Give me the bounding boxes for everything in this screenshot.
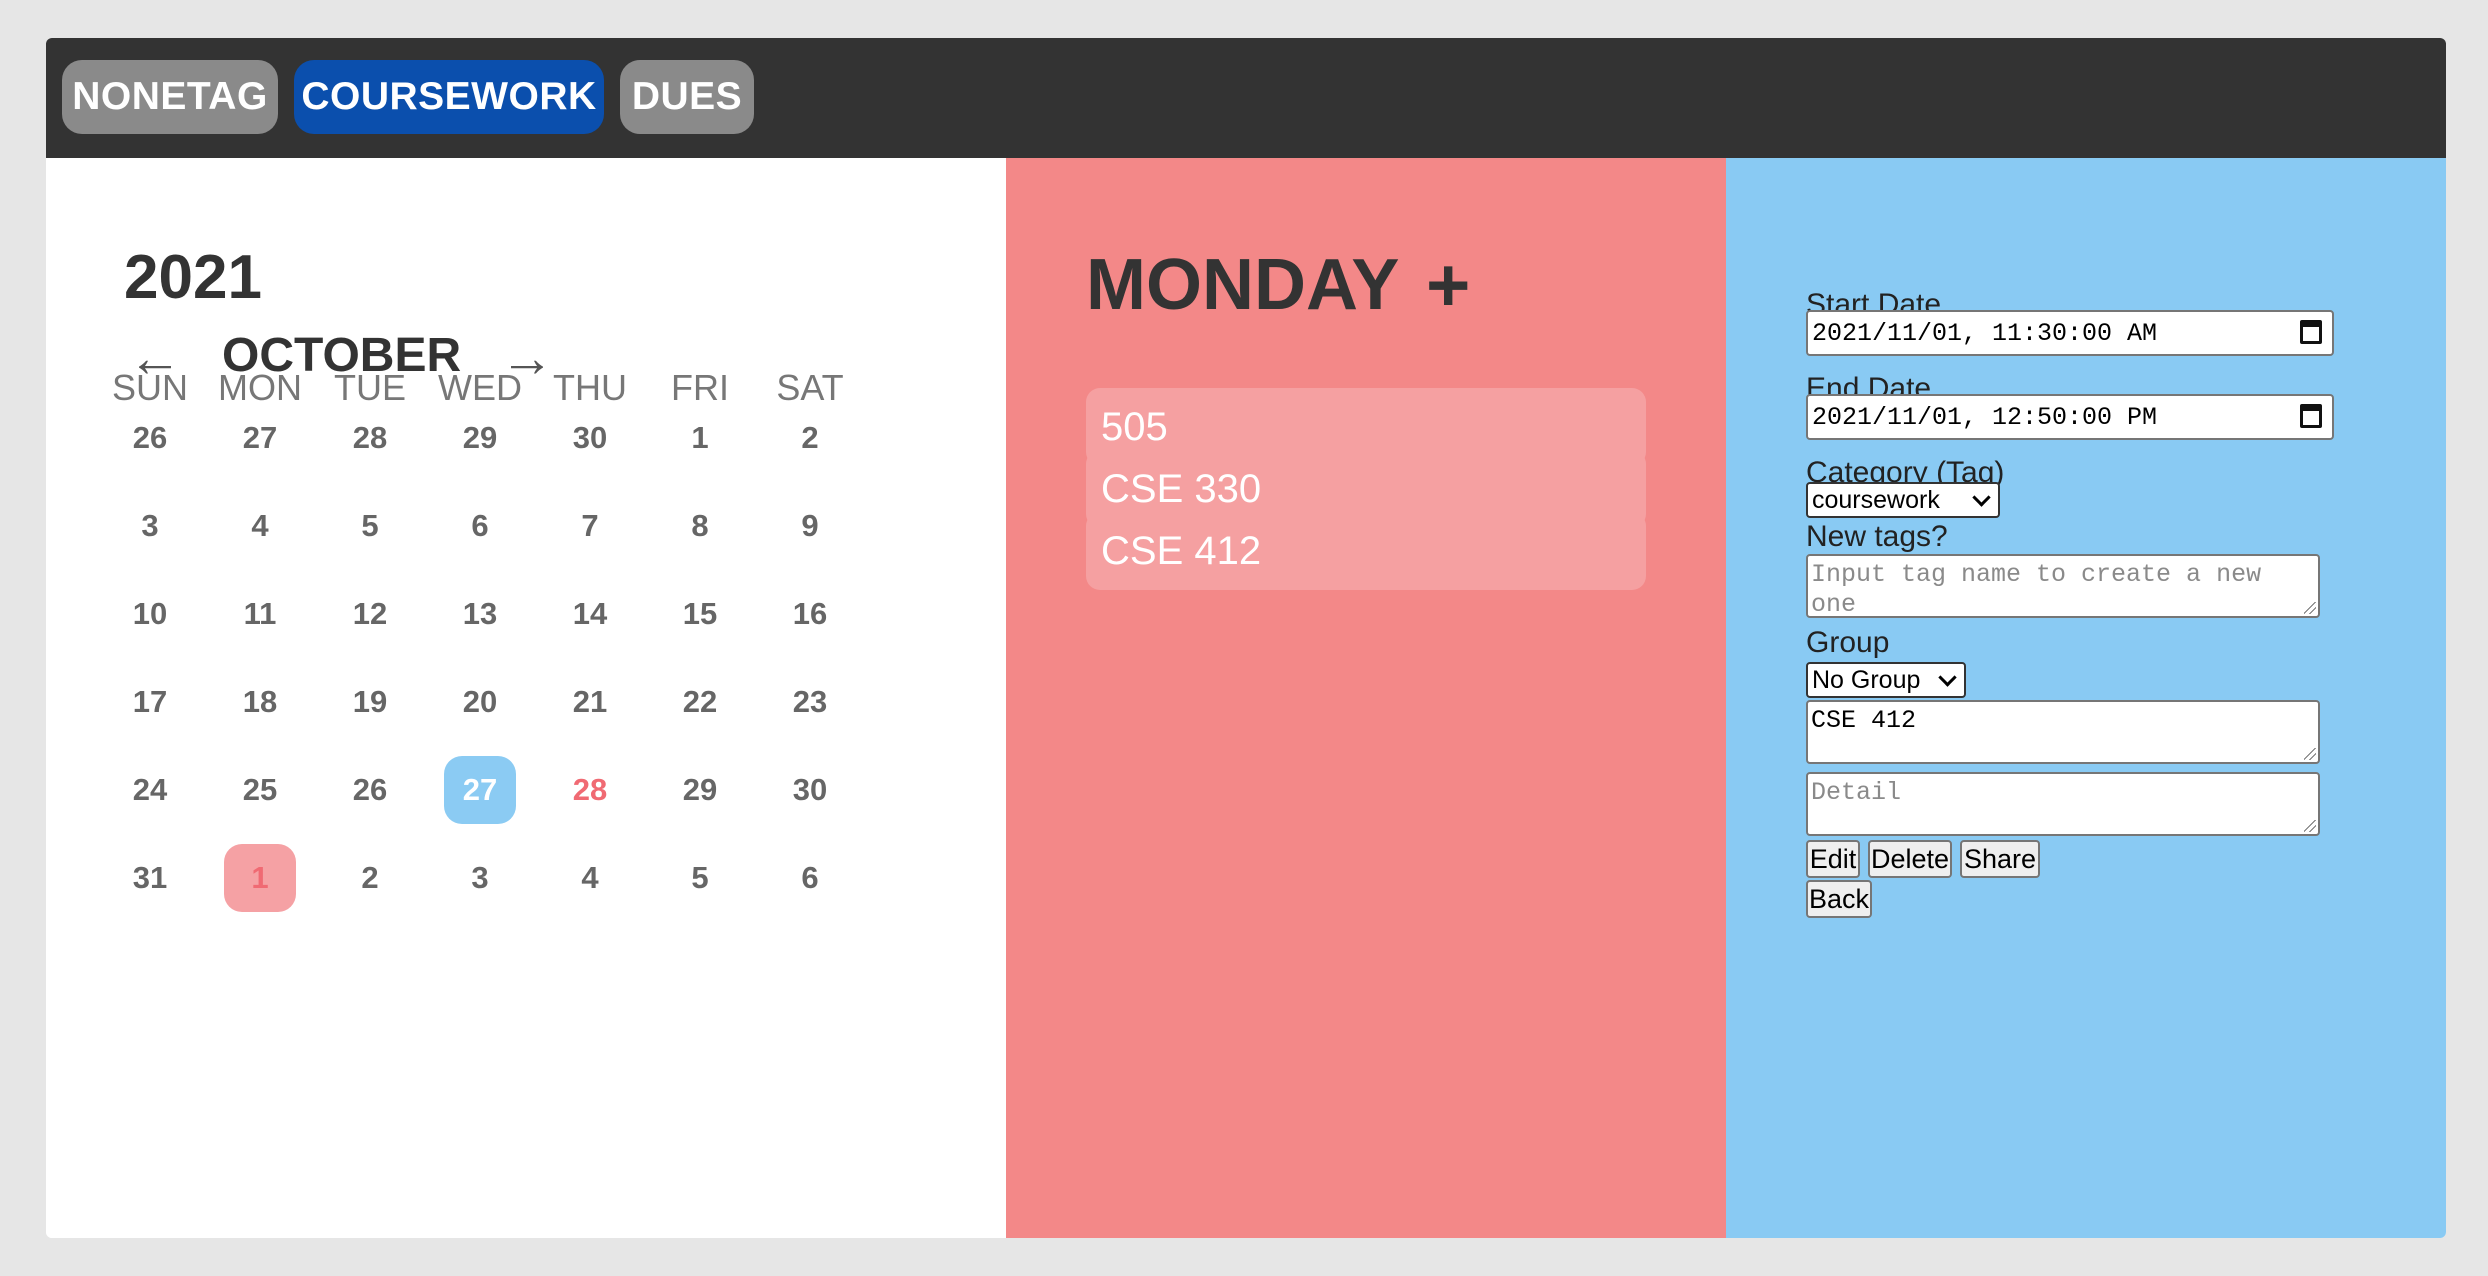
- calendar-day[interactable]: 23: [774, 668, 846, 736]
- resize-handle-icon[interactable]: [2304, 602, 2316, 614]
- tag-nonetag[interactable]: NONETAG: [62, 60, 278, 134]
- calendar-day[interactable]: 5: [334, 492, 406, 560]
- category-select[interactable]: coursework: [1806, 482, 2000, 518]
- calendar-day[interactable]: 1: [224, 844, 296, 912]
- calendar-day[interactable]: 26: [114, 404, 186, 472]
- calendar-day[interactable]: 3: [114, 492, 186, 560]
- calendar-day[interactable]: 20: [444, 668, 516, 736]
- calendar-day[interactable]: 30: [554, 404, 626, 472]
- calendar-day[interactable]: 22: [664, 668, 736, 736]
- calendar-day[interactable]: 28: [334, 404, 406, 472]
- calendar-day[interactable]: 10: [114, 580, 186, 648]
- new-tag-input[interactable]: Input tag name to create a new one: [1806, 554, 2320, 619]
- calendar-day[interactable]: 6: [444, 492, 516, 560]
- add-event-button[interactable]: +: [1426, 242, 1470, 329]
- end-date-input[interactable]: 2021/11/01, 12:50:00 PM: [1806, 394, 2334, 440]
- calendar-day[interactable]: 27: [444, 756, 516, 824]
- calendar-day[interactable]: 6: [774, 844, 846, 912]
- calendar-day[interactable]: 25: [224, 756, 296, 824]
- calendar-day[interactable]: 27: [224, 404, 296, 472]
- event-editor-panel: Start Date 2021/11/01, 11:30:00 AM End D…: [1726, 158, 2446, 1238]
- calendar-day[interactable]: 24: [114, 756, 186, 824]
- end-date-value: 2021/11/01, 12:50:00 PM: [1812, 402, 2158, 432]
- calendar-day[interactable]: 2: [334, 844, 406, 912]
- edit-button[interactable]: Edit: [1806, 840, 1860, 878]
- calendar-day[interactable]: 13: [444, 580, 516, 648]
- detail-input[interactable]: Detail: [1806, 772, 2320, 836]
- calendar-day[interactable]: 1: [664, 404, 736, 472]
- calendar-day[interactable]: 4: [224, 492, 296, 560]
- delete-button[interactable]: Delete: [1868, 840, 1952, 878]
- start-date-value: 2021/11/01, 11:30:00 AM: [1812, 318, 2158, 348]
- tag-bar: NONETAG COURSEWORK DUES: [46, 38, 2446, 158]
- calendar-day[interactable]: 12: [334, 580, 406, 648]
- day-events-panel: MONDAY + 505 CSE 330 CSE 412: [1006, 158, 1726, 1238]
- calendar-day[interactable]: 26: [334, 756, 406, 824]
- new-tag-placeholder: Input tag name to create a new one: [1811, 560, 2262, 619]
- calendar-day[interactable]: 9: [774, 492, 846, 560]
- calendar-day[interactable]: 11: [224, 580, 296, 648]
- calendar-day[interactable]: 16: [774, 580, 846, 648]
- calendar-day[interactable]: 29: [444, 404, 516, 472]
- event-title-input[interactable]: CSE 412: [1806, 700, 2320, 764]
- calendar-icon[interactable]: [2300, 320, 2322, 344]
- calendar-icon[interactable]: [2300, 404, 2322, 428]
- calendar-year: 2021: [124, 243, 262, 312]
- calendar-day[interactable]: 17: [114, 668, 186, 736]
- category-select-value: coursework: [1812, 485, 1940, 514]
- resize-handle-icon[interactable]: [2304, 748, 2316, 760]
- calendar-day[interactable]: 21: [554, 668, 626, 736]
- calendar-day[interactable]: 7: [554, 492, 626, 560]
- calendar-day[interactable]: 30: [774, 756, 846, 824]
- calendar-day[interactable]: 14: [554, 580, 626, 648]
- calendar-day[interactable]: 3: [444, 844, 516, 912]
- new-tags-label: New tags?: [1806, 520, 1948, 553]
- calendar-day[interactable]: 8: [664, 492, 736, 560]
- chevron-down-icon: [1938, 668, 1957, 687]
- back-button[interactable]: Back: [1806, 880, 1872, 918]
- calendar-day[interactable]: 5: [664, 844, 736, 912]
- calendar-day[interactable]: 4: [554, 844, 626, 912]
- selected-day-name: MONDAY: [1086, 245, 1400, 325]
- calendar-day[interactable]: 18: [224, 668, 296, 736]
- group-label: Group: [1806, 626, 1890, 659]
- resize-handle-icon[interactable]: [2304, 820, 2316, 832]
- share-button[interactable]: Share: [1960, 840, 2040, 878]
- app-window: NONETAG COURSEWORK DUES 2021 ← OCTOBER →…: [46, 38, 2446, 1238]
- calendar-day[interactable]: 29: [664, 756, 736, 824]
- detail-placeholder: Detail: [1811, 778, 1902, 807]
- calendar-day[interactable]: 28: [554, 756, 626, 824]
- calendar-day[interactable]: 15: [664, 580, 736, 648]
- calendar-day[interactable]: 19: [334, 668, 406, 736]
- calendar-day[interactable]: 31: [114, 844, 186, 912]
- calendar-day[interactable]: 2: [774, 404, 846, 472]
- event-item[interactable]: CSE 412: [1086, 512, 1646, 590]
- chevron-down-icon: [1972, 488, 1991, 507]
- calendar-panel: 2021 ← OCTOBER → SUN MON TUE WED THU FRI SAT 2…: [46, 158, 1006, 1238]
- group-select-value: No Group: [1812, 665, 1921, 694]
- group-select[interactable]: No Group: [1806, 662, 1966, 698]
- start-date-input[interactable]: 2021/11/01, 11:30:00 AM: [1806, 310, 2334, 356]
- tag-dues[interactable]: DUES: [620, 60, 754, 134]
- event-title-value: CSE 412: [1811, 706, 1917, 735]
- tag-coursework[interactable]: COURSEWORK: [294, 60, 604, 134]
